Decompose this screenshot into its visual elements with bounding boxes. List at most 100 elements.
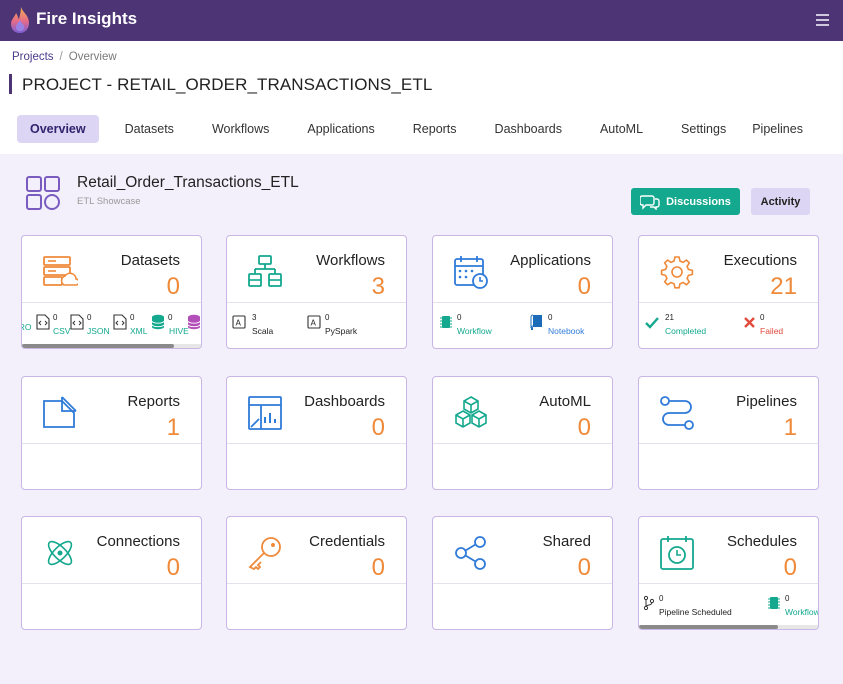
card-title: Applications [510,252,591,269]
sub-completed[interactable]: 21 Completed [645,313,725,340]
tab-dashboards[interactable]: Dashboards [482,115,575,143]
sub-label: Notebook [548,326,585,336]
card-datasets[interactable]: Datasets 0 AVRO 0 CSV 0 JSON 0 XML 0 HIV… [21,235,202,349]
language-icon: A [307,315,321,329]
code-file-icon [70,314,84,330]
sub-pyspark[interactable]: A 0 PySpark [307,313,377,340]
card-title: Credentials [309,533,385,550]
page-header: Projects / Overview PROJECT - RETAIL_ORDER… [0,41,843,154]
card-title: AutoML [539,393,591,410]
card-dashboards[interactable]: Dashboards 0 [226,376,407,490]
chip-icon [768,597,780,609]
sub-hive[interactable]: 0 HIVE [151,313,191,340]
database-icon[interactable] [187,314,201,330]
sub-count: 0 [548,313,553,322]
svg-text:A: A [236,319,242,328]
scrollbar-thumb[interactable] [22,344,174,348]
project-grid-icon [26,176,60,210]
sub-count: 0 [87,313,92,322]
card-workflows[interactable]: Workflows 3 A 3 Scala A 0 PySpark [226,235,407,349]
sub-label: Workflow [457,326,492,336]
card-value: 1 [166,414,180,441]
database-icon [151,314,165,330]
card-value: 0 [371,414,385,441]
card-credentials[interactable]: Credentials 0 [226,516,407,630]
card-title: Executions [723,252,797,269]
sub-count: 0 [53,313,58,322]
tab-bar: Overview Datasets Workflows Applications… [17,115,816,143]
tab-settings[interactable]: Settings [668,115,739,143]
card-automl[interactable]: AutoML 0 [432,376,613,490]
check-icon [645,317,659,329]
dashboard-icon [248,396,282,430]
project-subtitle: ETL Showcase [77,196,141,207]
sub-failed[interactable]: 0 Failed [743,313,803,340]
page-title: PROJECT - RETAIL_ORDER_TRANSACTIONS_ETL [22,75,433,94]
card-value: 0 [166,554,180,581]
card-value: 0 [577,414,591,441]
card-value: 21 [770,273,797,300]
scrollbar-thumb[interactable] [639,625,778,629]
horizontal-scrollbar[interactable] [639,625,818,629]
card-reports[interactable]: Reports 1 [21,376,202,490]
sub-scala[interactable]: A 3 Scala [232,313,292,340]
card-value: 0 [577,273,591,300]
breadcrumb-projects-link[interactable]: Projects [12,51,54,63]
tab-reports[interactable]: Reports [400,115,470,143]
sub-count: 3 [252,313,257,322]
card-shared[interactable]: Shared 0 [432,516,613,630]
sub-count: 0 [168,313,173,322]
tab-datasets[interactable]: Datasets [112,115,187,143]
breadcrumb-separator: / [59,51,63,63]
card-value: 0 [166,273,180,300]
sub-label: Workflow [785,607,819,617]
tab-applications[interactable]: Applications [294,115,387,143]
close-icon [744,317,755,328]
card-value: 3 [371,273,385,300]
key-icon [248,537,281,571]
menu-icon[interactable] [816,14,829,26]
card-divider [433,443,612,444]
dataset-server-icon [43,256,78,286]
card-connections[interactable]: Connections 0 [21,516,202,630]
card-title: Datasets [120,252,180,269]
card-executions[interactable]: Executions 21 21 Completed 0 Failed [638,235,819,349]
fire-logo-icon[interactable] [8,6,32,34]
sub-count: 0 [325,313,330,322]
card-applications[interactable]: Applications 0 0 Workflow 0 Notebook [432,235,613,349]
sub-label: CSV [53,326,71,336]
chat-bubbles-icon [640,194,660,210]
sub-label: Scala [252,326,274,336]
card-schedules[interactable]: Schedules 0 0 Pipeline Scheduled 0 Workf… [638,516,819,630]
sub-json[interactable]: 0 JSON [70,313,110,340]
code-file-icon [113,314,127,330]
card-divider [639,583,818,584]
sub-pipeline-scheduled[interactable]: 0 Pipeline Scheduled [642,594,752,621]
discussions-button[interactable]: Discussions [631,188,740,215]
tab-overview[interactable]: Overview [17,115,99,143]
sub-label: Failed [760,326,784,336]
sub-workflow[interactable]: 0 Workflow [767,594,819,621]
sub-xml[interactable]: 0 XML [113,313,151,340]
horizontal-scrollbar[interactable] [22,344,201,348]
cubes-icon [455,396,487,428]
tab-workflows[interactable]: Workflows [199,115,282,143]
sub-label: JSON [87,326,110,336]
tab-automl[interactable]: AutoML [587,115,656,143]
sub-workflow[interactable]: 0 Workflow [439,313,509,340]
card-pipelines[interactable]: Pipelines 1 [638,376,819,490]
project-name: Retail_Order_Transactions_ETL [77,174,299,191]
sub-label: XML [130,326,148,336]
breadcrumb: Projects / Overview [12,51,117,63]
sub-count: 0 [785,594,790,603]
share-icon [455,536,486,570]
tab-pipelines[interactable]: Pipelines [739,115,816,143]
card-title: Dashboards [304,393,385,410]
activity-button[interactable]: Activity [751,188,810,215]
sub-notebook[interactable]: 0 Notebook [530,313,600,340]
brand-name[interactable]: Fire Insights [36,9,137,29]
notebook-icon [530,314,542,330]
pipeline-icon [660,396,694,430]
svg-text:A: A [311,319,317,328]
breadcrumb-current: Overview [68,51,117,63]
